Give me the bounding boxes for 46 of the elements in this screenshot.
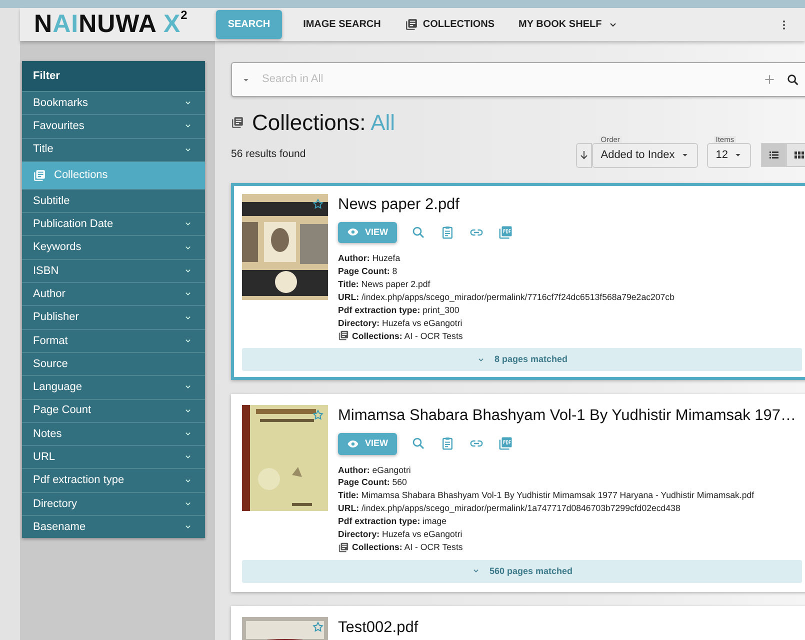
metadata-line: Directory: Huzefa vs eGangotri [338, 316, 464, 330]
filter-item[interactable]: Source [22, 352, 205, 376]
metadata-line: Title: Mimamsa Shabara Bhashyam Vol-1 By Yudhistir Mimamsak 1977 Haryana - Yudhistir Mimamsak.pdf [338, 489, 756, 502]
filter-title: Filter [22, 61, 205, 91]
metadata-line: Page Count: 8 [338, 265, 398, 278]
nav-tab[interactable]: MY BOOK SHELF [510, 10, 628, 39]
search-input[interactable]: Search in All [260, 70, 753, 89]
filter-item[interactable]: Keywords [22, 235, 205, 259]
filter-item[interactable]: URL [22, 445, 205, 468]
filter-item[interactable]: ISBN [22, 258, 205, 282]
pages-matched-button[interactable]: 560 pages matched [242, 560, 802, 583]
metadata-line: Author: eGangotri [338, 464, 412, 476]
filter-item[interactable]: Directory [22, 492, 205, 516]
result-title[interactable]: News paper 2.pdf [338, 196, 674, 215]
search-bar[interactable]: Search in All [231, 62, 805, 97]
nav-tab[interactable]: IMAGE SEARCH [294, 10, 390, 39]
filter-item[interactable]: Publication Date [22, 212, 205, 236]
filter-item[interactable]: Author [22, 282, 205, 306]
logo: NAINUWA X$^{2}$ [34, 12, 188, 37]
nav-tab[interactable]: COLLECTIONS [396, 10, 504, 39]
metadata-line: URL: /index.php/apps/scego_mirador/permalink/1a747717d0846703b7299cfd02ecd438 [338, 502, 682, 516]
metadata-line: Directory: Huzefa vs eGangotri [338, 528, 464, 541]
metadata-line: Title: News paper 2.pdf [338, 278, 432, 291]
filter-item[interactable]: Basename [22, 515, 205, 538]
filter-item[interactable]: Bookmarks [22, 91, 205, 114]
result-title[interactable]: Mimamsa Shabara Bhashyam Vol-1 By Yudhistir Mimamsak 197… [338, 407, 796, 426]
filter-item[interactable]: Language [22, 375, 205, 399]
filter-item[interactable]: Notes [22, 422, 205, 446]
page-heading: Collections: All [252, 109, 396, 137]
filter-item[interactable]: Favourites [22, 114, 205, 138]
order-select[interactable]: Added to Index [592, 142, 698, 168]
filter-item[interactable]: Format [22, 328, 205, 352]
filter-item[interactable]: Pdf extraction type [22, 468, 205, 492]
metadata-line: Author: Huzefa [338, 252, 402, 265]
metadata-line: Pdf extraction type: image [338, 515, 448, 528]
metadata-line: Pdf extraction type: print_300 [338, 304, 460, 317]
results-count: 56 results found [231, 147, 307, 162]
pages-matched-button[interactable]: 8 pages matched [242, 348, 802, 372]
metadata-line: URL: /index.php/apps/scego_mirador/permalink/7716cf7f24dc6513f568a79e2ac207cb [338, 290, 674, 304]
filter-item[interactable]: Page Count [22, 398, 205, 422]
metadata-line: Collections: AI - OCR Tests [352, 330, 463, 342]
result-title[interactable]: Test002.pdf [338, 618, 418, 638]
metadata-line: Collections: AI - OCR Tests [352, 540, 463, 554]
filter-item[interactable]: Publisher [22, 305, 205, 329]
filter-item[interactable]: Subtitle [22, 188, 205, 212]
metadata-line: Page Count: 560 [338, 476, 408, 490]
